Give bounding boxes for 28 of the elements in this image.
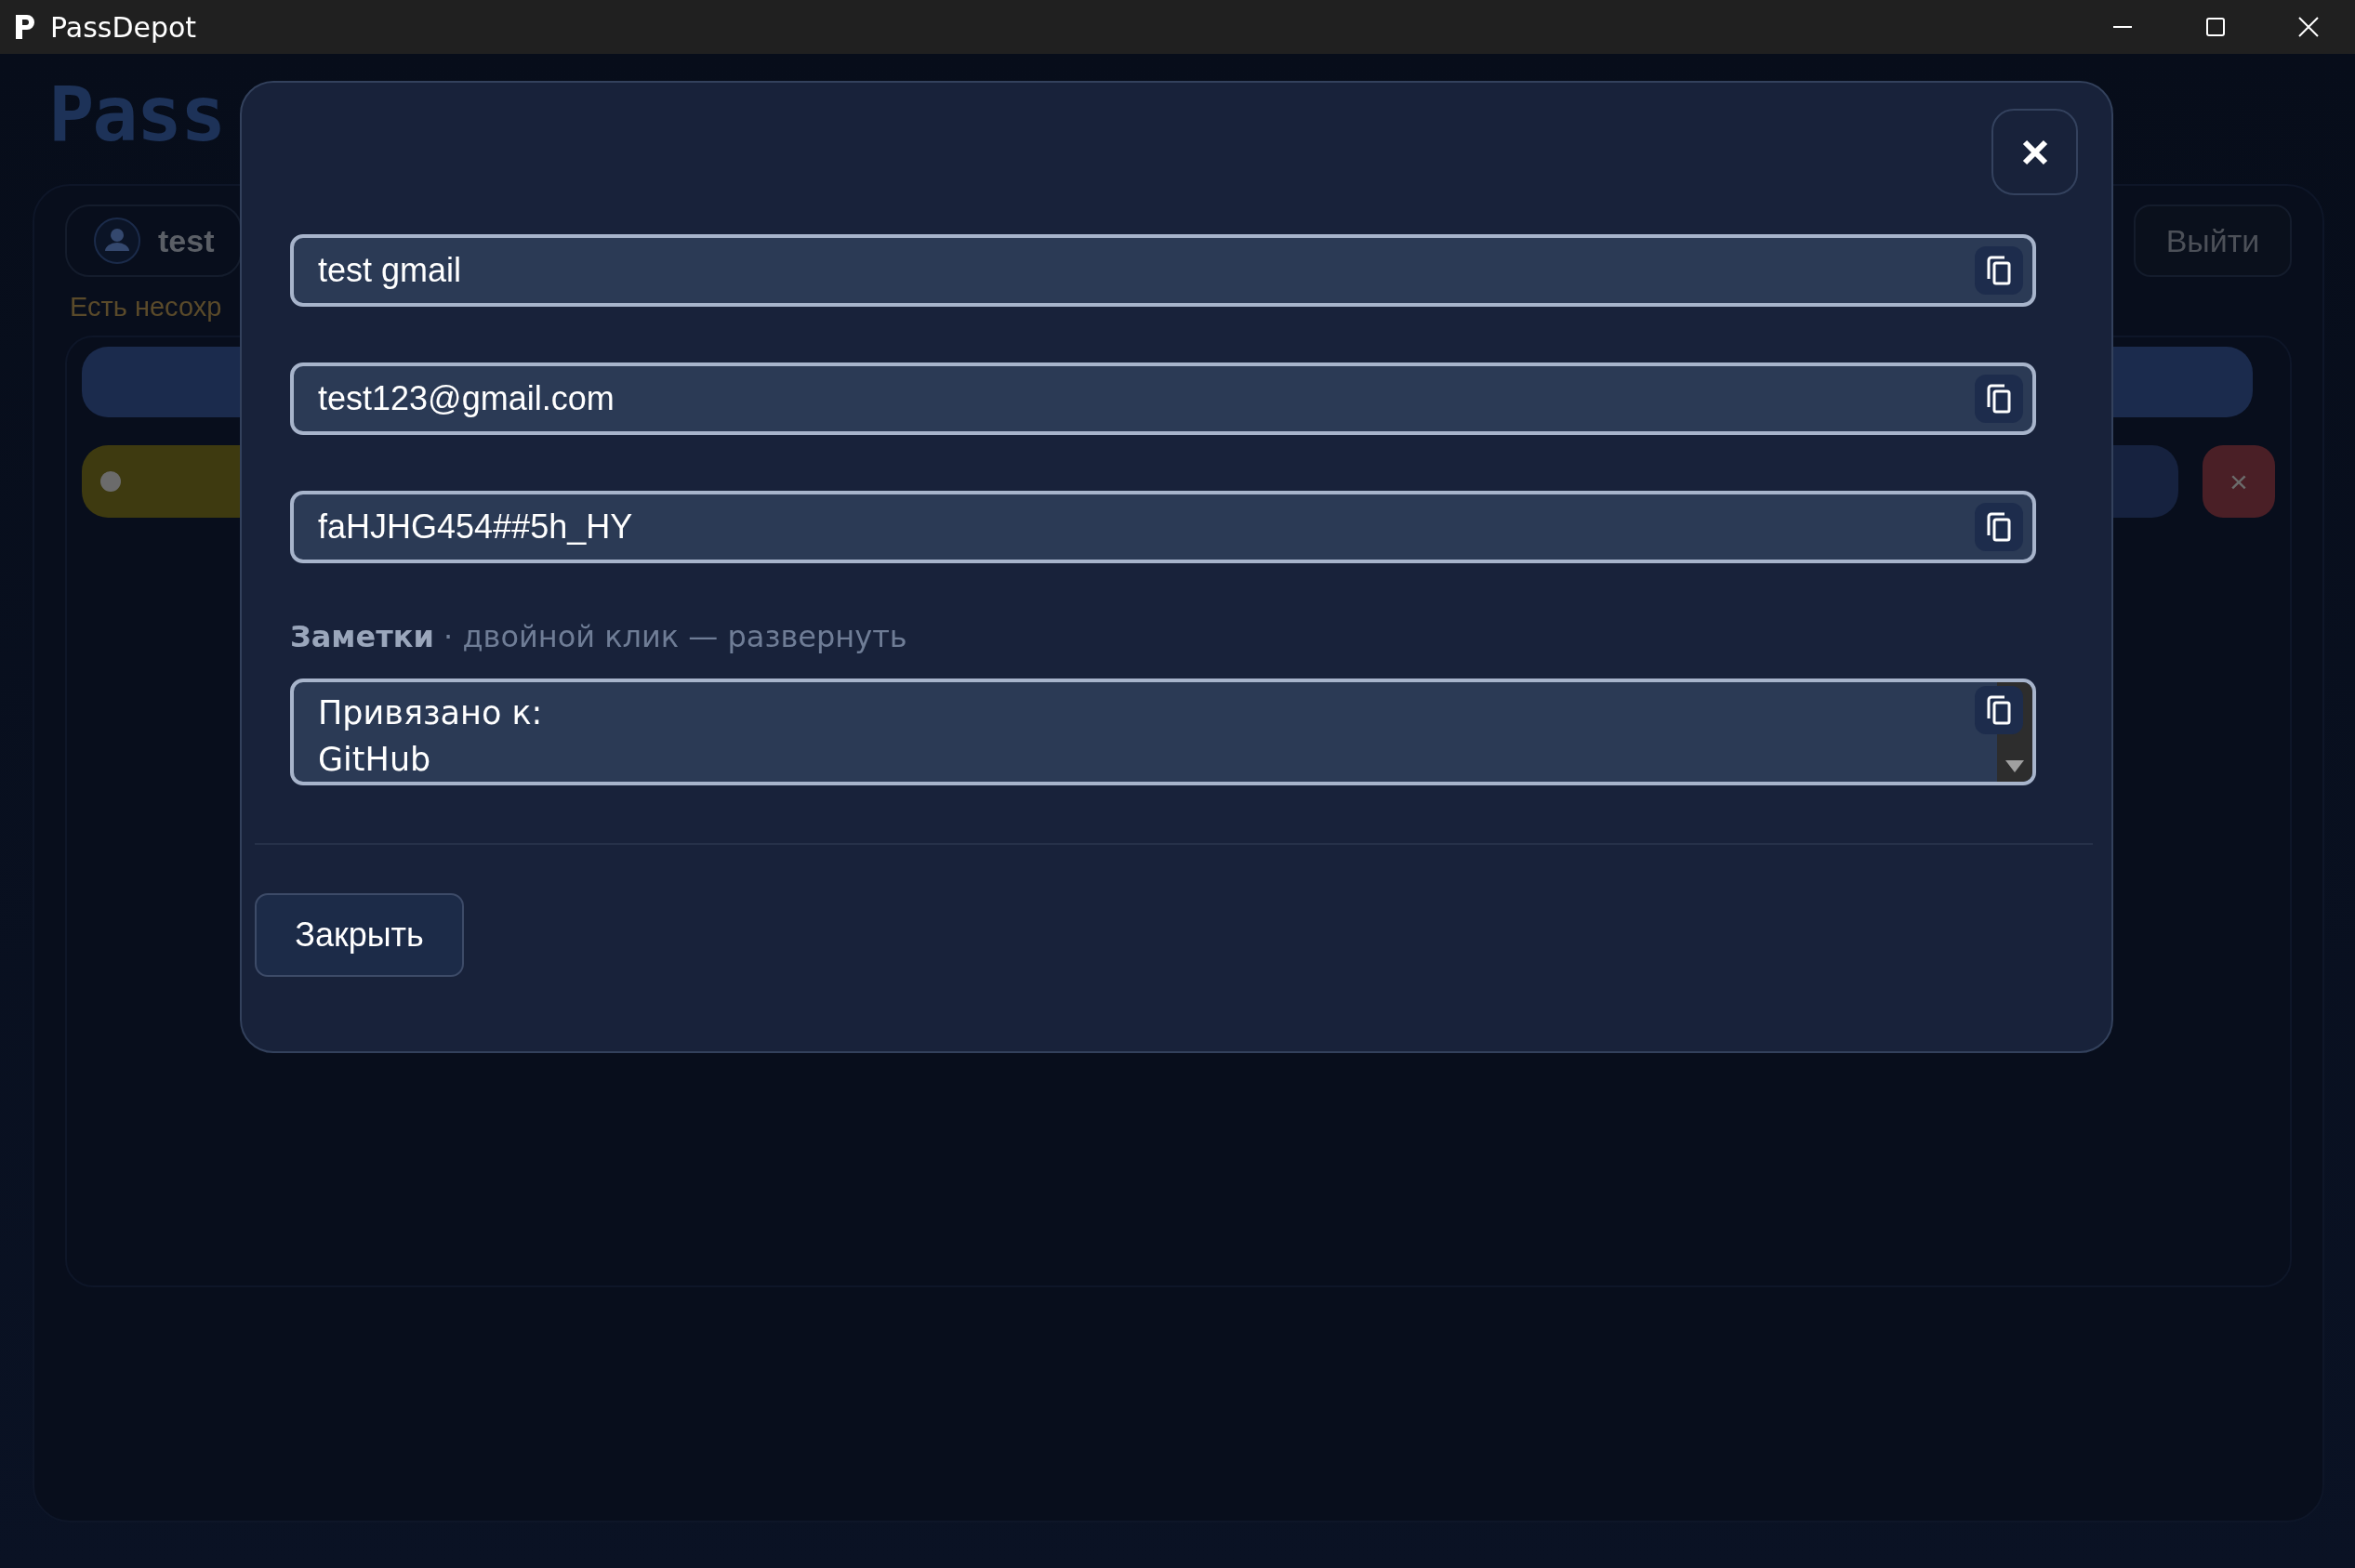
copy-button[interactable] [1975,503,2023,551]
copy-button[interactable] [1975,375,2023,423]
minimize-icon [2112,26,2133,28]
input-field[interactable]: test123@gmail.com [290,362,2036,435]
notes-label: Заметки · двойной клик — развернуть [290,619,907,654]
status-dot [100,471,121,492]
unsaved-notice: Есть несохр [70,292,222,323]
window-title: PassDepot [50,10,198,44]
copy-button[interactable] [1975,686,2023,734]
notes-field[interactable]: Привязано к: GitHub [290,679,2036,785]
close-dialog-text-button[interactable]: Закрыть [255,893,464,977]
copy-icon [1985,255,2013,286]
copy-icon [1985,694,2013,726]
copy-button[interactable] [1975,246,2023,295]
input-field[interactable]: test gmail [290,234,2036,307]
maximize-icon [2205,17,2226,37]
close-icon [2020,138,2049,166]
notes-line: GitHub [318,740,431,780]
close-dialog-button[interactable] [1991,109,2078,195]
app-logo-icon [13,14,37,40]
input-field[interactable]: faHJHG454##5h_HY [290,491,2036,563]
scroll-down-icon [2004,758,2026,774]
copy-icon [1985,383,2013,415]
copy-icon [1985,511,2013,543]
app-logo: Pass [47,69,225,160]
user-icon [93,217,141,265]
close-icon [2297,16,2320,38]
notes-line: Привязано к: [318,693,543,733]
